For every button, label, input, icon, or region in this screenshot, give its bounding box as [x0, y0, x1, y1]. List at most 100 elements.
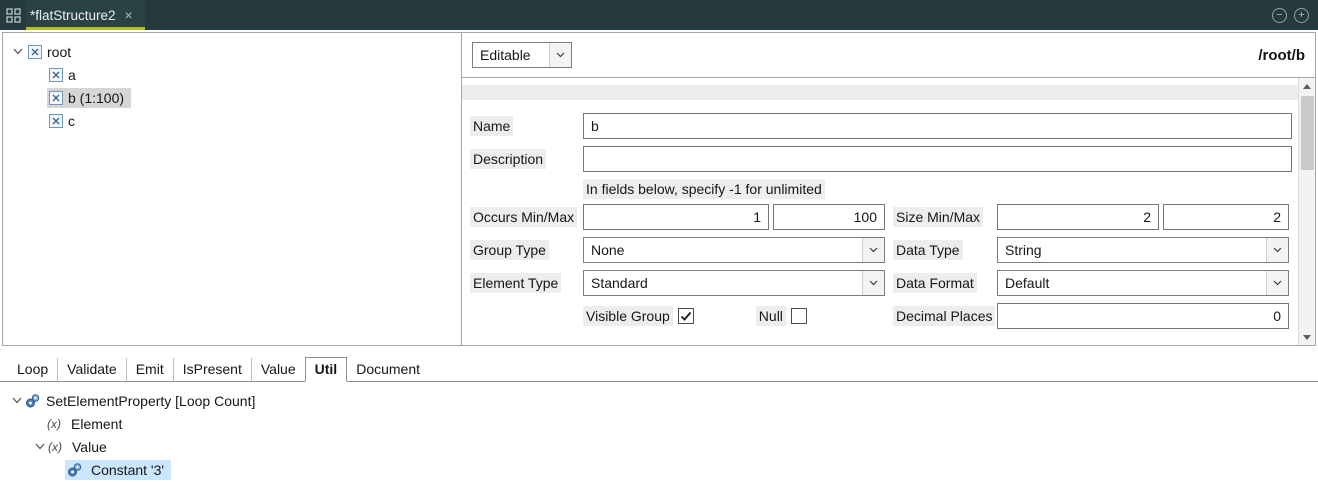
occurs-min-input[interactable]: [583, 204, 769, 230]
null-checkbox[interactable]: [791, 308, 807, 324]
selected-element-path: /root/b: [1258, 47, 1305, 64]
tree-row: b (1:100): [3, 86, 461, 109]
group-data-type-row: Group Type None Data Type String: [470, 237, 1292, 263]
properties-form: Name Description In fields below, specif…: [462, 78, 1298, 345]
element-icon: [49, 68, 63, 82]
null-label: Null: [756, 306, 786, 326]
element-icon: [49, 114, 63, 128]
close-icon[interactable]: ×: [125, 8, 133, 22]
tree-row: (x) Value: [0, 435, 1318, 458]
tree-node-label: a: [68, 67, 76, 83]
service-gears-icon: [25, 393, 43, 409]
name-row: Name: [470, 113, 1292, 139]
chevron-down-icon[interactable]: [862, 271, 884, 295]
name-label: Name: [470, 116, 513, 136]
expressions-panel: Loop Validate Emit IsPresent Value Util …: [0, 346, 1318, 482]
properties-body: Name Description In fields below, specif…: [462, 78, 1315, 345]
tree-node-root[interactable]: root: [26, 42, 78, 62]
tab-ispresent[interactable]: IsPresent: [173, 358, 251, 381]
description-label: Description: [470, 149, 546, 169]
occurs-max-input[interactable]: [773, 204, 885, 230]
tab-document[interactable]: Document: [347, 358, 429, 381]
tab-loop[interactable]: Loop: [8, 358, 57, 381]
data-format-dropdown[interactable]: Default: [997, 270, 1289, 296]
tree-row: SetElementProperty [Loop Count]: [0, 389, 1318, 412]
occurs-size-row: Occurs Min/Max Size Min/Max: [470, 204, 1292, 230]
expression-tabs: Loop Validate Emit IsPresent Value Util …: [0, 357, 1318, 382]
dropdown-value: String: [998, 238, 1266, 262]
tree-node-setelementproperty[interactable]: SetElementProperty [Loop Count]: [46, 393, 255, 409]
minimize-view-icon[interactable]: −: [1272, 8, 1287, 23]
tab-value[interactable]: Value: [251, 358, 305, 381]
tree-node-constant[interactable]: Constant '3': [65, 460, 171, 480]
chevron-down-icon[interactable]: [31, 443, 48, 450]
size-max-input[interactable]: [1163, 204, 1289, 230]
visible-group-label: Visible Group: [583, 306, 673, 326]
tree-node-b[interactable]: b (1:100): [47, 88, 131, 108]
tab-emit[interactable]: Emit: [126, 358, 173, 381]
description-input[interactable]: [583, 146, 1292, 172]
tree-node-a[interactable]: a: [47, 65, 83, 85]
chevron-down-icon[interactable]: [1266, 238, 1288, 262]
vertical-scrollbar[interactable]: [1298, 78, 1315, 345]
tab-util[interactable]: Util: [305, 357, 348, 382]
tree-row: (x) Element: [0, 412, 1318, 435]
tree-node-value[interactable]: Value: [72, 439, 107, 455]
chevron-down-icon[interactable]: [9, 48, 26, 55]
scroll-up-icon[interactable]: [1299, 78, 1316, 94]
tree-node-element[interactable]: Element: [71, 416, 122, 432]
group-type-label: Group Type: [470, 240, 549, 260]
tree-row: c: [3, 109, 461, 132]
tree-node-c[interactable]: c: [47, 111, 82, 131]
data-type-dropdown[interactable]: String: [997, 237, 1289, 263]
titlebar: *flatStructure2 × − +: [0, 0, 1318, 30]
editor-tab-flatstructure2[interactable]: *flatStructure2 ×: [26, 0, 145, 30]
element-icon: [28, 45, 42, 59]
data-type-label: Data Type: [893, 240, 963, 260]
structure-app-icon: [0, 0, 26, 30]
editor-tab-title: *flatStructure2: [30, 8, 116, 23]
spacer-strip: [462, 85, 1298, 100]
properties-panel: Editable /root/b Name Description: [462, 33, 1315, 345]
visible-group-checkbox[interactable]: [678, 308, 694, 324]
size-min-input[interactable]: [997, 204, 1159, 230]
dropdown-value: Standard: [584, 271, 862, 295]
element-icon: [49, 91, 63, 105]
chevron-down-icon[interactable]: [862, 238, 884, 262]
name-input[interactable]: [583, 113, 1292, 139]
dropdown-value: Editable: [473, 43, 549, 67]
dropdown-value: Default: [998, 271, 1266, 295]
tree-row: root: [3, 40, 461, 63]
editor-main-area: root a b (1:100): [2, 32, 1316, 346]
expression-fx-icon: (x): [47, 417, 68, 431]
maximize-view-icon[interactable]: +: [1294, 8, 1309, 23]
tree-node-label: root: [47, 44, 71, 60]
util-expression-tree: SetElementProperty [Loop Count] (x) Elem…: [0, 382, 1318, 481]
tree-node-label: b (1:100): [68, 90, 124, 106]
element-format-row: Element Type Standard Data Format Defaul…: [470, 270, 1292, 296]
dropdown-value: None: [584, 238, 862, 262]
checkbox-row: Visible Group Null Decimal Places: [470, 303, 1292, 329]
chevron-down-icon[interactable]: [1266, 271, 1288, 295]
element-type-label: Element Type: [470, 273, 561, 293]
hint-row: In fields below, specify -1 for unlimite…: [470, 179, 1292, 199]
chevron-down-icon[interactable]: [549, 43, 571, 67]
occurs-minmax-label: Occurs Min/Max: [470, 207, 577, 227]
chevron-down-icon[interactable]: [8, 397, 25, 404]
editable-mode-dropdown[interactable]: Editable: [472, 42, 572, 68]
description-row: Description: [470, 146, 1292, 172]
app-window: *flatStructure2 × − + root: [0, 0, 1318, 482]
expression-fx-icon: (x): [48, 440, 69, 454]
decimal-places-label: Decimal Places: [893, 306, 995, 326]
group-type-dropdown[interactable]: None: [583, 237, 885, 263]
tab-validate[interactable]: Validate: [57, 358, 126, 381]
element-type-dropdown[interactable]: Standard: [583, 270, 885, 296]
size-minmax-label: Size Min/Max: [893, 207, 983, 227]
scrollbar-thumb[interactable]: [1301, 96, 1314, 170]
structure-tree-panel: root a b (1:100): [3, 33, 462, 345]
decimal-places-input[interactable]: [997, 303, 1289, 329]
tree-row: a: [3, 63, 461, 86]
checkbox-group: Visible Group Null: [583, 306, 885, 326]
scroll-down-icon[interactable]: [1299, 329, 1316, 345]
titlebar-actions: − +: [1272, 0, 1318, 30]
